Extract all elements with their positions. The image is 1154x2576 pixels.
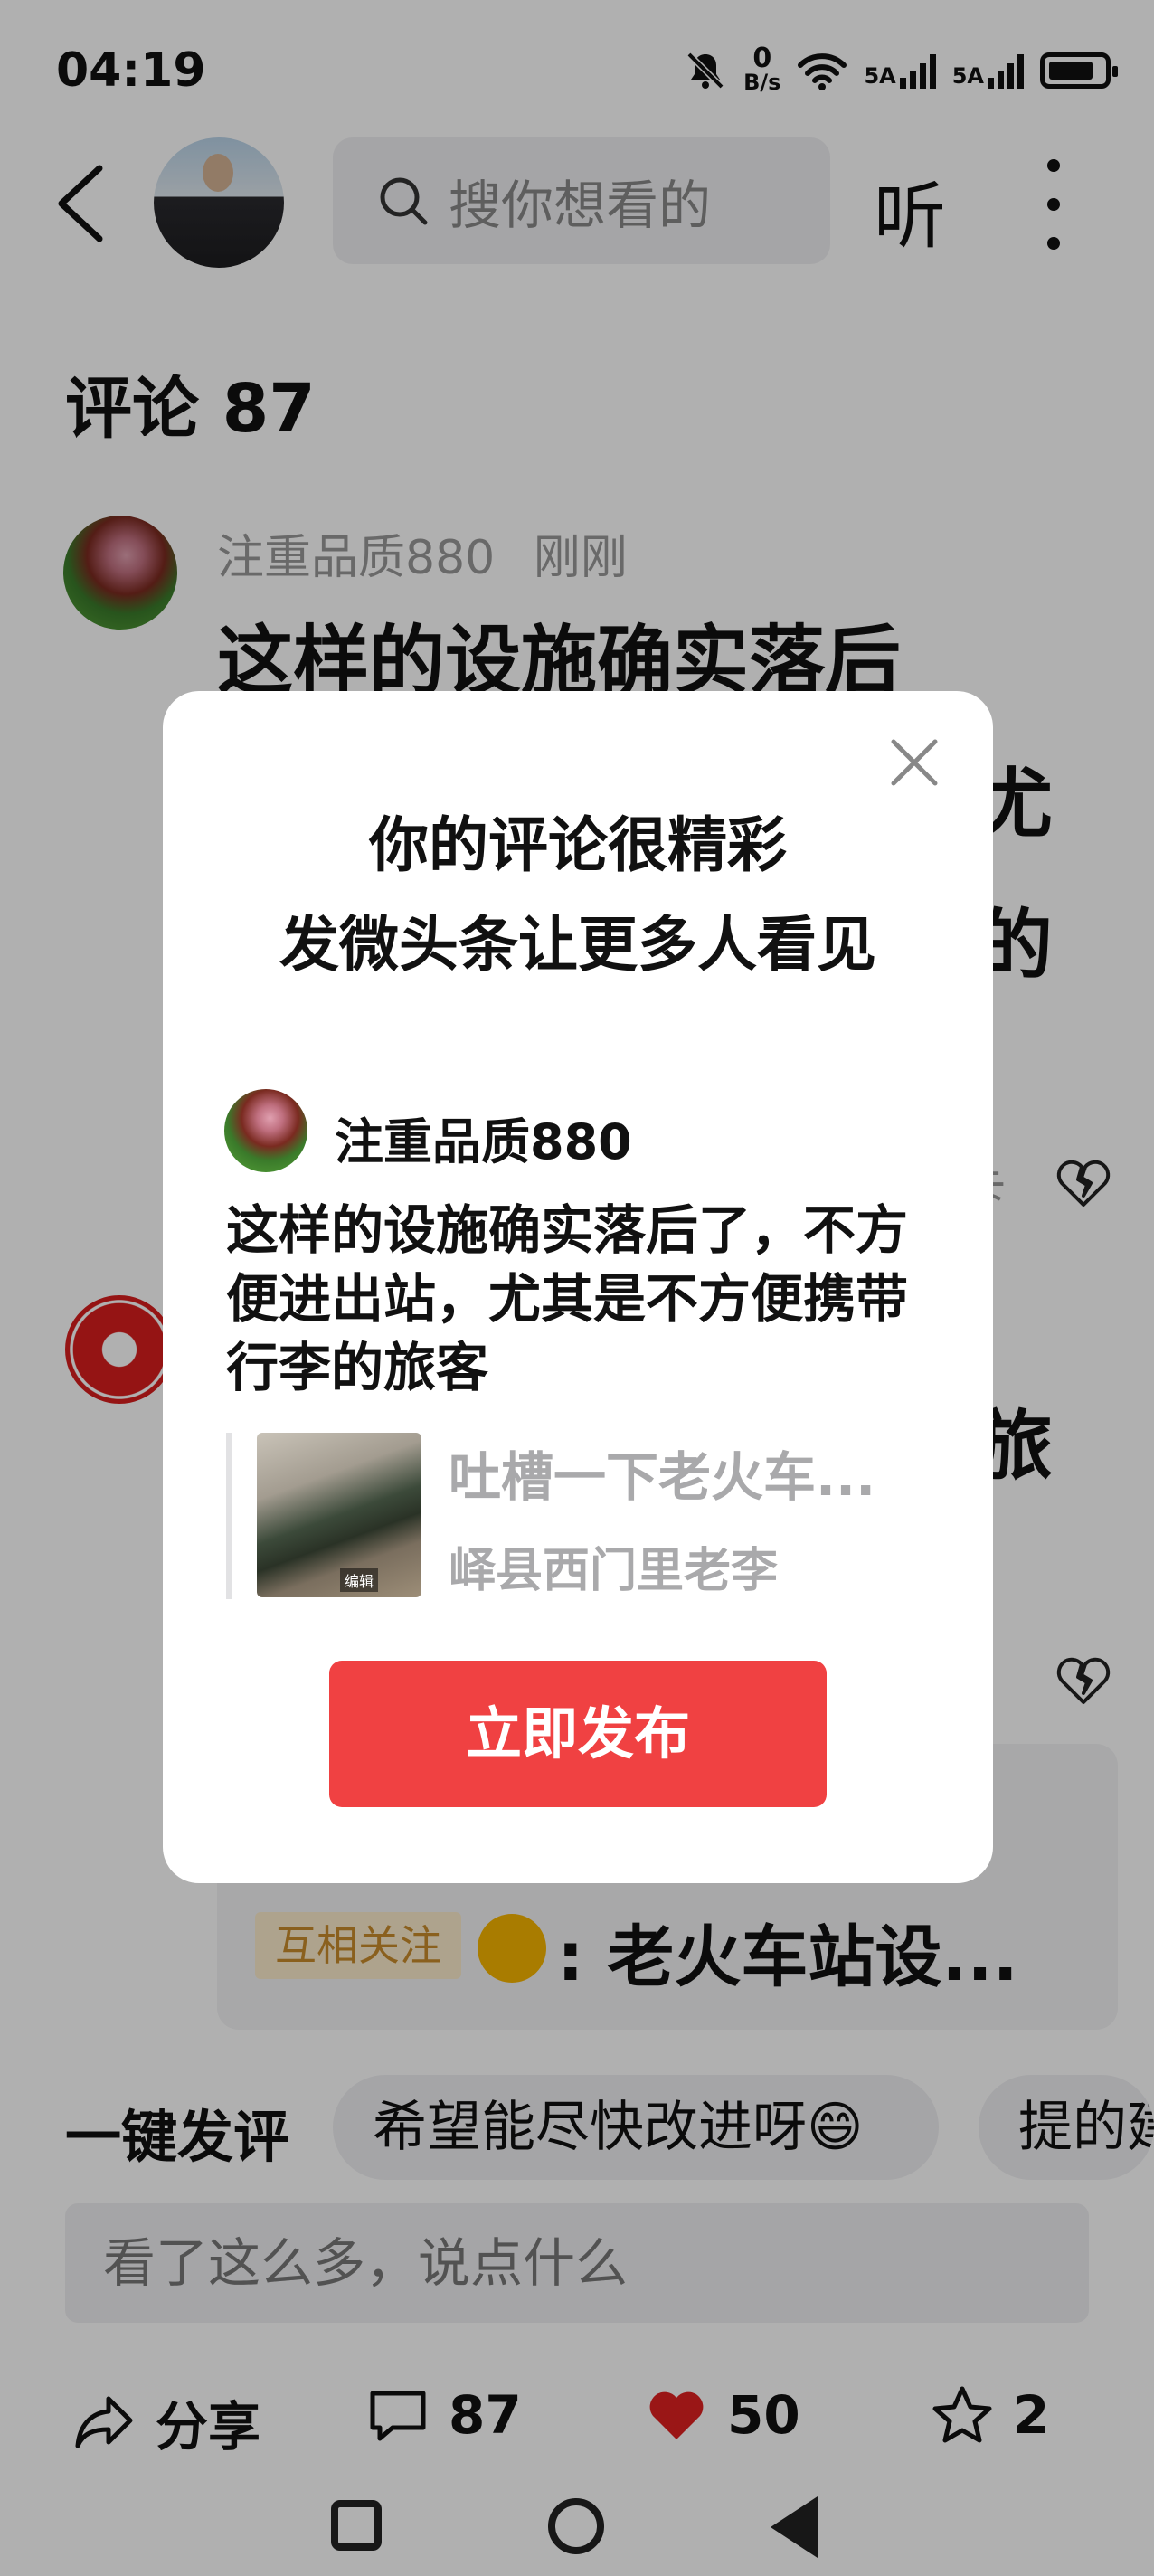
publish-button[interactable]: 立即发布 [329, 1661, 827, 1807]
dialog-user-avatar [224, 1089, 307, 1172]
dialog-username: 注重品质880 [335, 1113, 632, 1170]
thumbnail-tag: 编辑 [339, 1568, 378, 1592]
close-icon[interactable] [886, 734, 942, 791]
dialog-title: 你的评论很精彩 发微头条让更多人看见 [163, 796, 993, 995]
article-thumbnail: 编辑 [257, 1433, 421, 1597]
article-title: 吐槽一下老火车... [449, 1446, 876, 1508]
dialog-title-line2: 发微头条让更多人看见 [279, 910, 876, 980]
quote-bar [226, 1433, 232, 1599]
dialog-comment-text: 这样的设施确实落后了，不方便进出站，尤其是不方便携带行李的旅客 [226, 1199, 909, 1398]
article-author: 峄县西门里老李 [449, 1544, 779, 1598]
dialog-title-line1: 你的评论很精彩 [369, 810, 787, 880]
